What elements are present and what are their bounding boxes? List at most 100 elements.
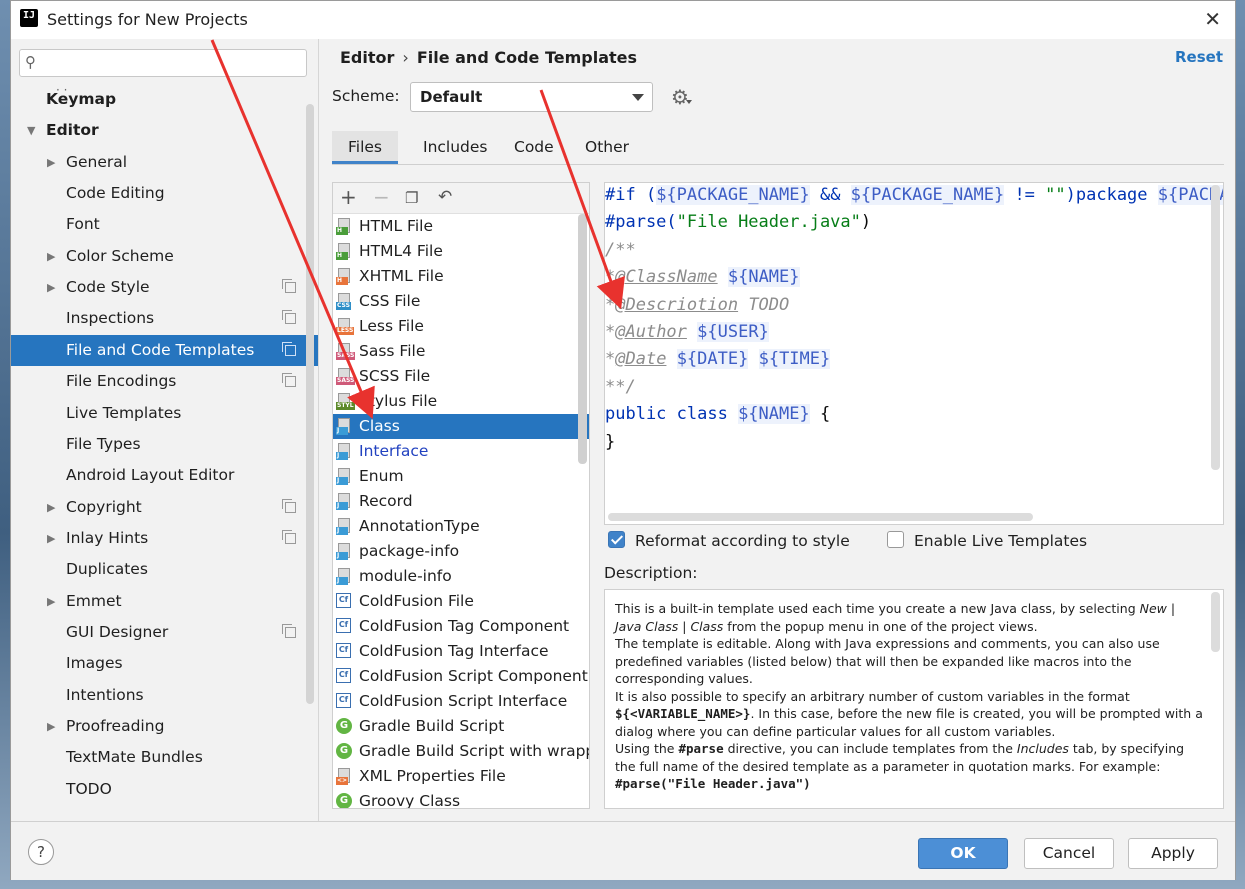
code-line: *@Date ${DATE} ${TIME} xyxy=(605,346,831,373)
sidebar-item[interactable]: Code Editing xyxy=(11,178,307,209)
reset-icon[interactable]: ↶ xyxy=(438,186,452,208)
list-item[interactable]: H HTML4 File xyxy=(333,239,589,264)
sidebar-item[interactable]: ▶ Emmet xyxy=(11,586,307,617)
cancel-button[interactable]: Cancel xyxy=(1024,838,1114,869)
sidebar-item[interactable]: File and Code Templates xyxy=(11,334,318,366)
list-item[interactable]: Cf ColdFusion Script Component xyxy=(333,664,589,689)
sidebar-item[interactable]: Images xyxy=(11,648,307,679)
sidebar-item[interactable]: ▶ General xyxy=(11,147,307,178)
tab-code[interactable]: Code xyxy=(498,131,570,164)
sidebar-item[interactable]: TODO xyxy=(11,774,307,805)
list-item[interactable]: H HTML File xyxy=(333,214,589,239)
template-code-editor[interactable]: #if (${PACKAGE_NAME} && ${PACKAGE_NAME} … xyxy=(604,182,1224,525)
sidebar-item[interactable]: ▼ Editor xyxy=(11,115,307,146)
live-templates-checkbox-box[interactable] xyxy=(887,531,904,548)
scheme-dropdown[interactable]: Default xyxy=(410,82,653,112)
tab-files[interactable]: Files xyxy=(332,131,399,164)
code-token: { xyxy=(809,404,831,425)
list-item[interactable]: J Record xyxy=(333,489,589,514)
sidebar-item[interactable]: Duplicates xyxy=(11,554,307,585)
list-item[interactable]: Jmodule-info xyxy=(333,564,589,589)
code-token: ${TIME} xyxy=(758,349,831,370)
chevron-right-icon[interactable]: ▶ xyxy=(47,586,55,617)
code-token: != xyxy=(1004,185,1046,205)
file-template-icon: J xyxy=(336,443,352,460)
list-item[interactable]: <> XML Properties File xyxy=(333,764,589,789)
sidebar-scrollbar[interactable] xyxy=(306,104,314,704)
code-line: /** xyxy=(605,237,636,264)
code-token: ${DATE} xyxy=(676,349,749,370)
chevron-right-icon[interactable]: ▶ xyxy=(47,523,55,554)
list-scrollbar[interactable] xyxy=(578,214,587,464)
template-tabs: Files Includes Code Other xyxy=(332,131,1224,165)
sidebar-item[interactable]: Android Layout Editor xyxy=(11,460,307,491)
list-item[interactable]: Cf ColdFusion Script Interface xyxy=(333,689,589,714)
list-item[interactable]: LESS Less File xyxy=(333,314,589,339)
list-item-label: SCSS File xyxy=(359,367,431,385)
sidebar-item[interactable]: ▶ Code Style xyxy=(11,272,307,303)
list-item[interactable]: J Interface xyxy=(333,439,589,464)
chevron-down-icon[interactable]: ▼ xyxy=(27,115,35,146)
list-item[interactable]: H XHTML File xyxy=(333,264,589,289)
description-scrollbar[interactable] xyxy=(1211,592,1220,652)
sidebar-item[interactable]: Intentions xyxy=(11,680,307,711)
list-item-label: Sass File xyxy=(359,342,426,360)
chevron-right-icon[interactable]: ▶ xyxy=(47,492,55,523)
list-item[interactable]: Cf ColdFusion Tag Interface xyxy=(333,639,589,664)
editor-vertical-scrollbar[interactable] xyxy=(1211,185,1220,470)
sidebar-item[interactable]: File Types xyxy=(11,429,307,460)
list-item[interactable]: G Groovy Class xyxy=(333,789,589,808)
title-bar: IJ Settings for New Projects ✕ xyxy=(11,1,1235,39)
code-token: * xyxy=(605,294,616,315)
remove-icon[interactable]: − xyxy=(373,186,390,208)
chevron-right-icon[interactable]: ▶ xyxy=(47,272,55,303)
sidebar-item-label: Copyright xyxy=(66,497,142,516)
file-template-icon: <> xyxy=(336,768,352,785)
sidebar-item[interactable]: Font xyxy=(11,209,307,240)
sidebar-item[interactable]: Keymap xyxy=(11,84,307,115)
apply-button[interactable]: Apply xyxy=(1128,838,1218,869)
tab-includes[interactable]: Includes xyxy=(407,131,504,164)
sidebar-item[interactable]: Inspections xyxy=(11,303,307,334)
sidebar-item-label: Code Style xyxy=(66,278,150,297)
help-button[interactable]: ? xyxy=(28,839,54,865)
list-item-label: HTML4 File xyxy=(359,242,443,260)
code-line: #parse("File Header.java") xyxy=(605,209,871,236)
add-icon[interactable]: + xyxy=(340,186,357,208)
sidebar-item[interactable]: File Encodings xyxy=(11,366,307,397)
close-icon[interactable]: ✕ xyxy=(1204,7,1221,31)
list-item[interactable]: J Enum xyxy=(333,464,589,489)
sidebar-item[interactable]: Live Templates xyxy=(11,398,307,429)
list-item-label: ColdFusion Tag Interface xyxy=(359,642,549,660)
sidebar-item[interactable]: ▶ Copyright xyxy=(11,492,307,523)
sidebar-item[interactable]: ▶ Inlay Hints xyxy=(11,523,307,554)
list-item[interactable]: J AnnotationType xyxy=(333,514,589,539)
ok-button[interactable]: OK xyxy=(918,838,1008,869)
sidebar-item[interactable]: ▶ Color Scheme xyxy=(11,241,307,272)
list-item[interactable]: G Gradle Build Script with wrappe xyxy=(333,739,589,764)
list-item[interactable]: STYL Stylus File xyxy=(333,389,589,414)
file-template-icon: J xyxy=(336,568,352,585)
list-item[interactable]: CSS CSS File xyxy=(333,289,589,314)
sidebar-item[interactable]: ▶ Proofreading xyxy=(11,711,307,742)
gear-icon[interactable]: ⚙ xyxy=(671,85,689,109)
sidebar-item[interactable]: GUI Designer xyxy=(11,617,307,648)
chevron-right-icon[interactable]: ▶ xyxy=(47,147,55,178)
breadcrumb-parent[interactable]: Editor xyxy=(340,48,394,67)
list-item[interactable]: Jpackage-info xyxy=(333,539,589,564)
list-item[interactable]: G Gradle Build Script xyxy=(333,714,589,739)
search-input[interactable]: ⚲ xyxy=(19,49,307,77)
sidebar-item[interactable]: TextMate Bundles xyxy=(11,742,307,773)
list-item[interactable]: J Class xyxy=(333,414,589,439)
chevron-right-icon[interactable]: ▶ xyxy=(47,241,55,272)
tab-other[interactable]: Other xyxy=(569,131,645,164)
reformat-checkbox-box[interactable] xyxy=(608,531,625,548)
copy-icon[interactable]: ❐ xyxy=(405,187,418,209)
list-item[interactable]: SASS SCSS File xyxy=(333,364,589,389)
reset-link[interactable]: Reset xyxy=(1175,48,1223,66)
chevron-right-icon[interactable]: ▶ xyxy=(47,711,55,742)
list-item[interactable]: Cf ColdFusion Tag Component xyxy=(333,614,589,639)
editor-horizontal-scrollbar[interactable] xyxy=(608,513,1033,521)
list-item[interactable]: SASS Sass File xyxy=(333,339,589,364)
list-item[interactable]: Cf ColdFusion File xyxy=(333,589,589,614)
